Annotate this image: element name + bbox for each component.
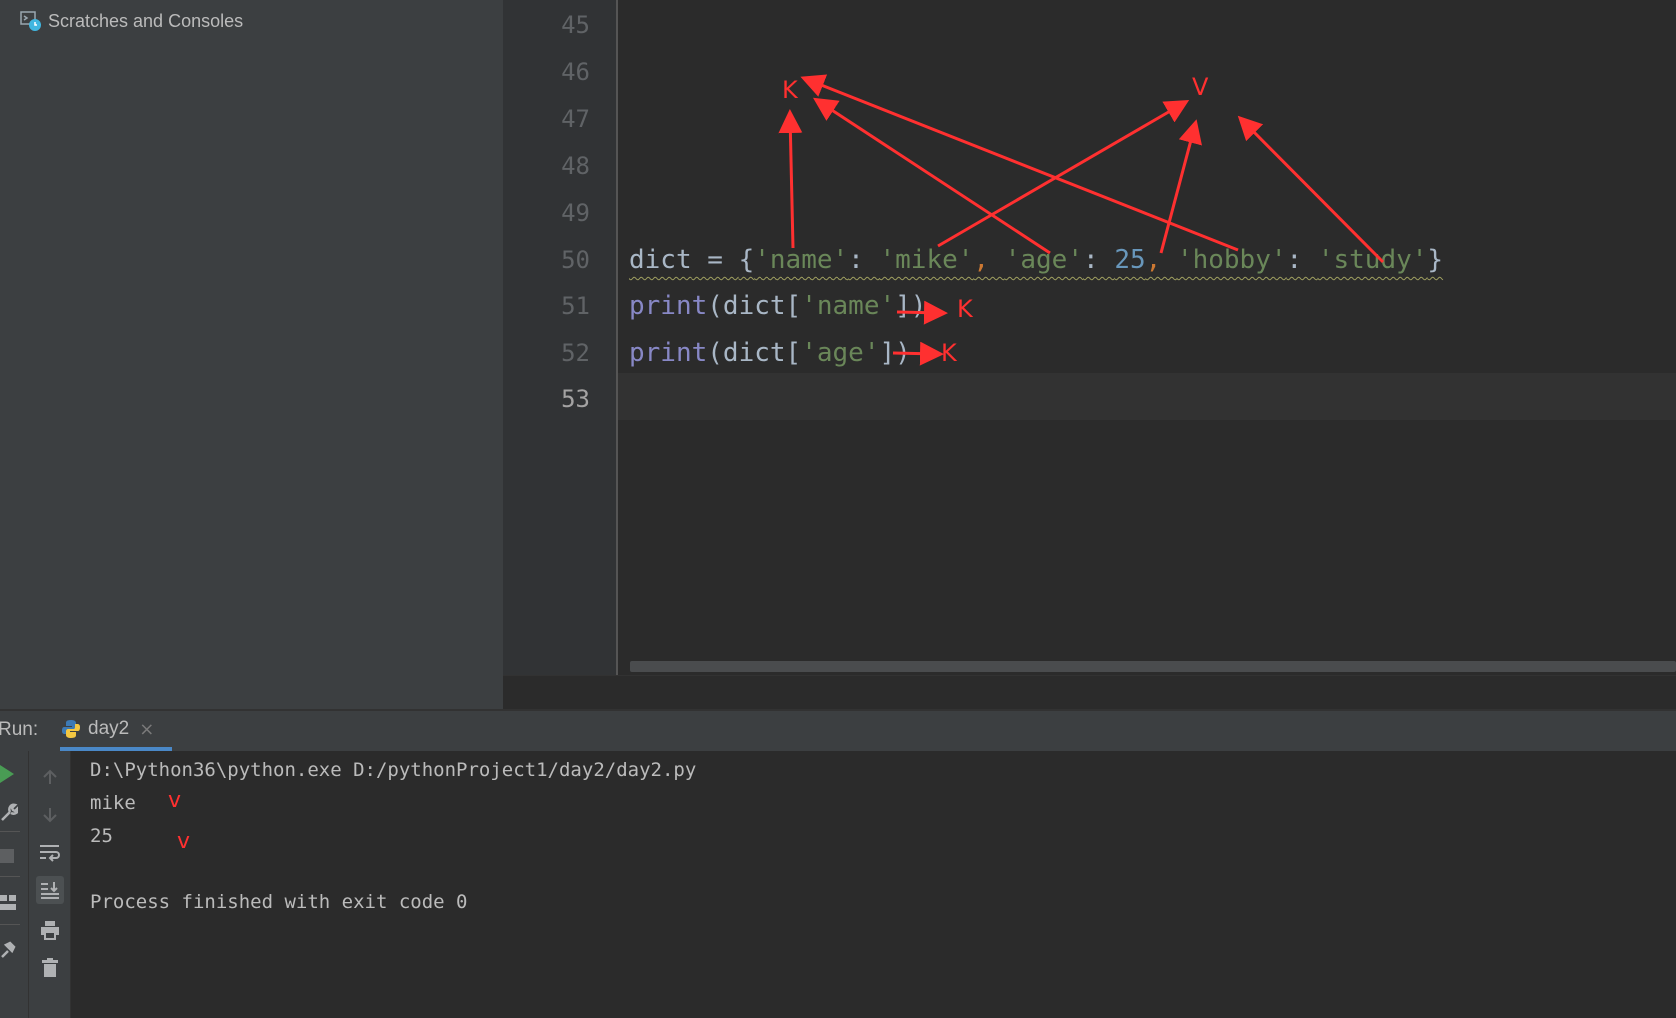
scroll-to-end-button[interactable] — [36, 876, 64, 904]
code-token: { — [738, 245, 755, 275]
code-token: } — [1427, 245, 1444, 275]
code-token: ]) — [895, 291, 927, 321]
line-number: 45 — [561, 11, 590, 39]
code-token: 'age' — [801, 338, 880, 368]
weak-warning-squiggle: dict = {'name': 'mike', 'age': 25, 'hobb… — [629, 245, 1443, 275]
console-line: D:\Python36\python.exe D:/pythonProject1… — [90, 759, 697, 781]
code-token: 'mike' — [879, 245, 974, 275]
console-line: mike — [90, 792, 136, 814]
line-number: 51 — [561, 292, 590, 320]
soft-wrap-icon — [40, 845, 60, 862]
pin-icon[interactable] — [0, 939, 18, 959]
caret-row-highlight — [618, 373, 1676, 420]
code-token: (dict[ — [707, 338, 802, 368]
tree-item-label: Scratches and Consoles — [48, 10, 244, 31]
code-token: 'name' — [754, 245, 849, 275]
scratches-icon — [20, 11, 41, 31]
code-token: = — [691, 245, 739, 275]
run-tool-window-header: Run: day2 × — [0, 709, 1676, 751]
run-tab-label: day2 — [88, 718, 130, 739]
code-token: 'hobby' — [1176, 245, 1287, 275]
scroll-to-end-icon — [41, 882, 59, 899]
code-line-50: dict = {'name': 'mike', 'age': 25, 'hobb… — [629, 237, 1443, 283]
code-token: (dict[ — [707, 291, 802, 321]
line-number: 52 — [561, 339, 590, 367]
code-token: 'name' — [801, 291, 896, 321]
code-token: 'age' — [1004, 245, 1083, 275]
soft-wrap-button[interactable] — [36, 839, 64, 867]
code-token: 'study' — [1317, 245, 1428, 275]
code-token: , — [1145, 245, 1177, 275]
project-tool-window: Scratches and Consoles — [0, 0, 503, 709]
print-button[interactable] — [36, 916, 64, 944]
arrow-up-icon — [43, 769, 57, 784]
run-label: Run: — [0, 719, 39, 740]
scroll-up-button[interactable] — [36, 763, 64, 791]
console-line: 25 — [90, 825, 113, 847]
code-token: : — [1286, 245, 1318, 275]
wrench-icon[interactable] — [0, 802, 18, 822]
code-line-52: print(dict['age']) — [629, 330, 911, 376]
horizontal-scrollbar[interactable] — [630, 661, 1676, 672]
code-token: ]) — [879, 338, 911, 368]
run-actions-strip — [0, 751, 29, 1018]
code-token: : — [848, 245, 880, 275]
code-editor[interactable]: dict = {'name': 'mike', 'age': 25, 'hobb… — [618, 0, 1676, 675]
close-icon[interactable]: × — [139, 719, 154, 740]
print-icon — [41, 921, 59, 940]
stop-icon[interactable] — [0, 849, 14, 863]
editor-bottom-strip — [503, 675, 1676, 710]
run-icon[interactable] — [0, 764, 16, 784]
tree-item-scratches[interactable]: Scratches and Consoles — [20, 9, 243, 33]
line-number: 47 — [561, 105, 590, 133]
code-token: print — [629, 338, 708, 368]
code-token: dict — [629, 245, 692, 275]
code-token: print — [629, 291, 708, 321]
clear-all-button[interactable] — [36, 954, 64, 982]
line-number: 49 — [561, 199, 590, 227]
python-file-icon — [62, 720, 80, 738]
trash-icon — [42, 958, 58, 977]
line-number-current: 53 — [561, 385, 590, 413]
line-number: 50 — [561, 246, 590, 274]
line-number: 46 — [561, 58, 590, 86]
layout-icon[interactable] — [0, 895, 16, 911]
arrow-down-icon — [43, 808, 57, 823]
line-number: 48 — [561, 152, 590, 180]
editor-gutter: 45 46 47 48 49 50 51 52 53 — [503, 0, 618, 675]
code-line-51: print(dict['name']) — [629, 283, 926, 329]
code-token: , — [973, 245, 1005, 275]
code-token: : — [1083, 245, 1115, 275]
console-toolbar — [29, 751, 71, 1018]
scroll-down-button[interactable] — [36, 801, 64, 829]
console-line: Process finished with exit code 0 — [90, 891, 468, 913]
console-output[interactable]: D:\Python36\python.exe D:/pythonProject1… — [71, 751, 1676, 1018]
run-tab-day2[interactable]: day2 × — [60, 711, 172, 751]
code-token: 25 — [1114, 245, 1146, 275]
